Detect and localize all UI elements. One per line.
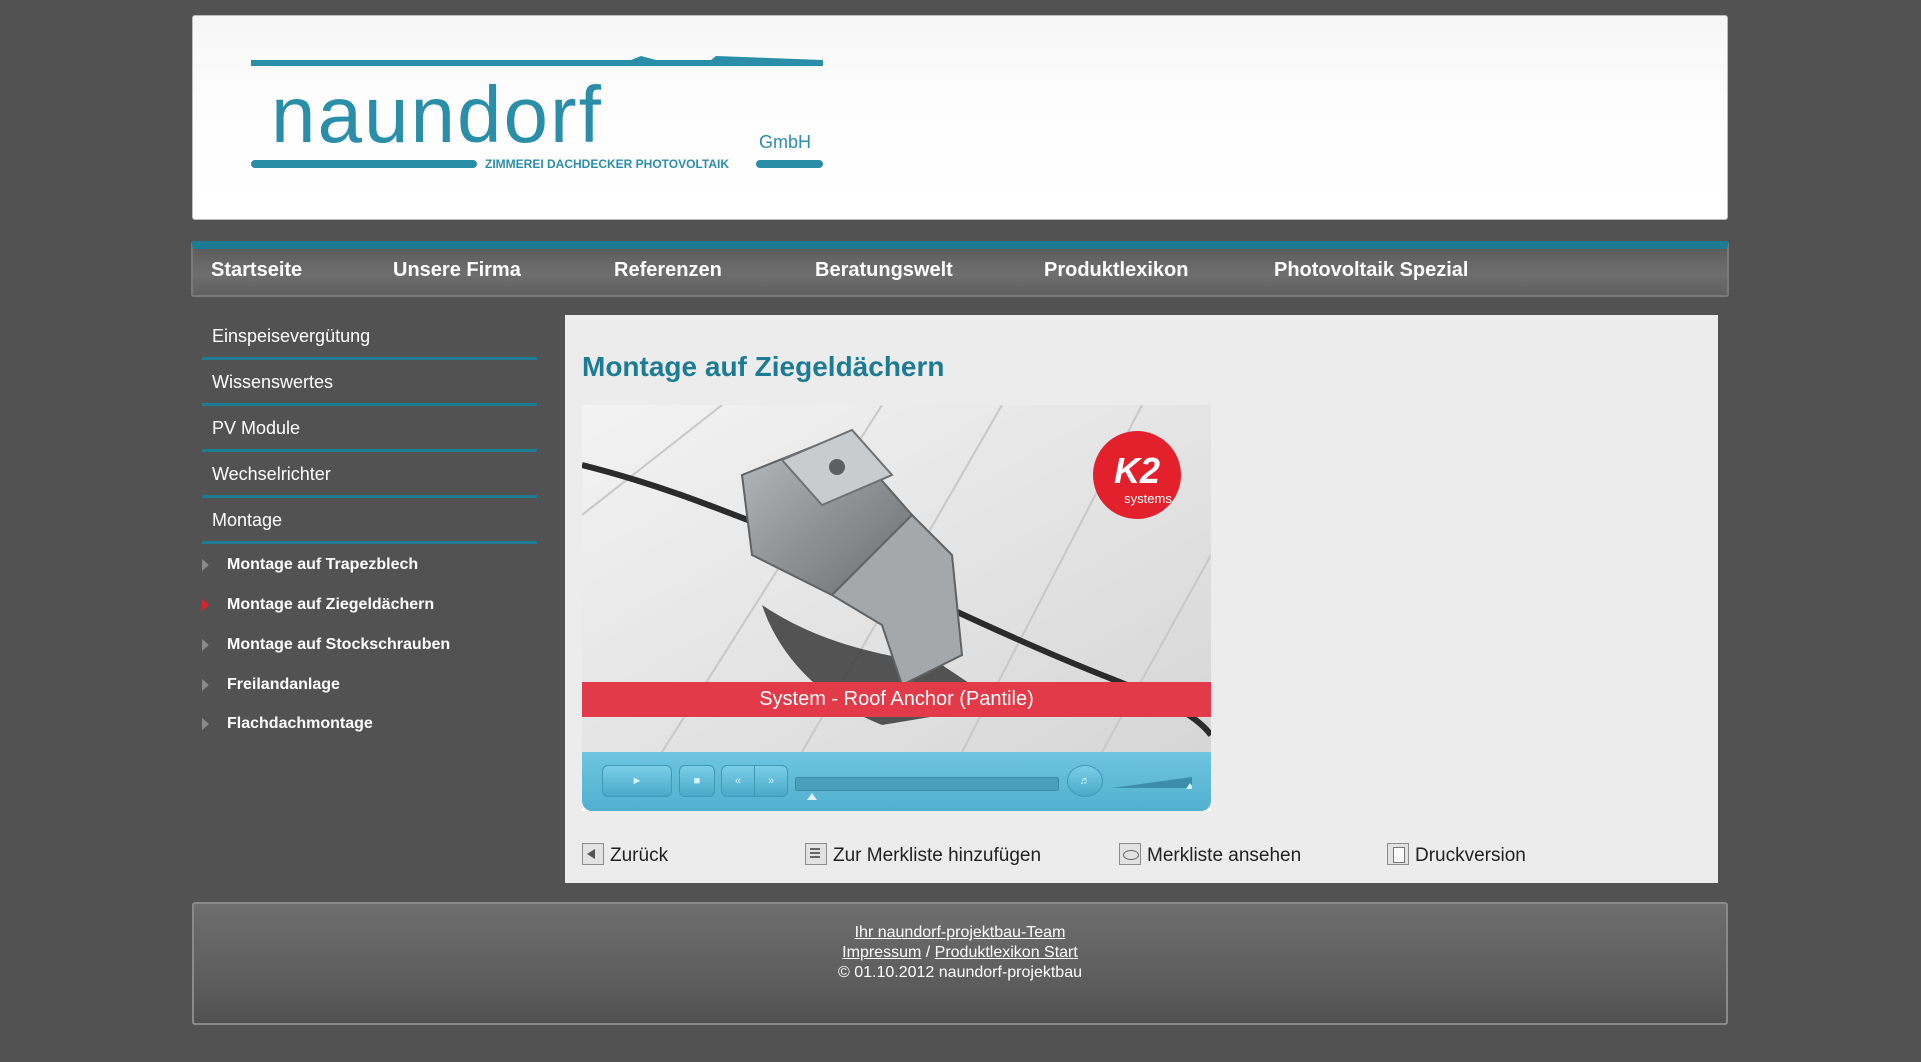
eye-icon xyxy=(1119,843,1141,865)
nav-item-referenzen[interactable]: Referenzen xyxy=(614,259,722,282)
site-header: naundorf GmbH ZIMMEREI DACHDECKER PHOTOV… xyxy=(192,15,1728,220)
seek-handle-icon[interactable] xyxy=(807,793,817,800)
lexikon-start-link[interactable]: Produktlexikon Start xyxy=(935,944,1078,961)
view-list-label: Merkliste ansehen xyxy=(1147,845,1302,866)
sidebar-item-montage[interactable]: Montage xyxy=(202,500,537,544)
sidebar-subitem-label: Montage auf Ziegeldächern xyxy=(227,596,435,613)
video-player[interactable]: K2 systems System - Roof Anchor (Pantile… xyxy=(582,405,1211,811)
nav-item-beratungswelt[interactable]: Beratungswelt xyxy=(815,259,953,282)
logo-tagline: ZIMMEREI DACHDECKER PHOTOVOLTAIK xyxy=(485,157,729,171)
main-content: Montage auf Ziegeldächern K2 systems Sys… xyxy=(565,315,1718,883)
sidebar-item-einspeiseverguetung[interactable]: Einspeisevergütung xyxy=(202,316,537,360)
volume-slider[interactable] xyxy=(1112,775,1192,789)
copyright: © 01.10.2012 naundorf-projektbau xyxy=(838,964,1082,981)
main-navigation: Startseite Unsere Firma Referenzen Berat… xyxy=(191,241,1729,297)
arrow-right-icon xyxy=(202,559,209,571)
arrow-right-icon xyxy=(202,639,209,651)
sidebar-subitem-label: Flachdachmontage xyxy=(227,715,373,732)
view-list-link[interactable]: Merkliste ansehen xyxy=(1119,843,1301,869)
volume-button[interactable]: ♬ xyxy=(1067,765,1103,797)
k2-badge-subtext: systems xyxy=(1124,491,1172,506)
sidebar-subitem-freilandanlage[interactable]: Freilandanlage xyxy=(200,670,540,700)
logo-suffix: GmbH xyxy=(759,132,811,152)
video-controls: ► ■ « » ♬ xyxy=(582,752,1211,811)
seek-bar[interactable] xyxy=(795,777,1059,791)
add-to-list-link[interactable]: Zur Merkliste hinzufügen xyxy=(805,843,1041,869)
add-to-list-label: Zur Merkliste hinzufügen xyxy=(833,845,1042,866)
sidebar-subitem-label: Montage auf Stockschrauben xyxy=(227,636,451,653)
play-icon: ► xyxy=(631,775,643,787)
company-logo[interactable]: naundorf GmbH ZIMMEREI DACHDECKER PHOTOV… xyxy=(251,56,823,186)
fast-forward-button[interactable]: » xyxy=(754,765,788,797)
nav-item-startseite[interactable]: Startseite xyxy=(211,259,302,282)
nav-item-photovoltaik-spezial[interactable]: Photovoltaik Spezial xyxy=(1274,259,1468,282)
play-button[interactable]: ► xyxy=(602,765,672,797)
print-version-label: Druckversion xyxy=(1415,845,1526,866)
sidebar-subitem-stockschrauben[interactable]: Montage auf Stockschrauben xyxy=(200,630,540,660)
sidebar-item-wechselrichter[interactable]: Wechselrichter xyxy=(202,454,537,498)
k2-badge-text: K2 xyxy=(1114,450,1160,491)
nav-item-produktlexikon[interactable]: Produktlexikon xyxy=(1044,259,1188,282)
impressum-link[interactable]: Impressum xyxy=(842,944,921,961)
rewind-icon: « xyxy=(734,775,742,787)
fast-forward-icon: » xyxy=(767,775,775,787)
site-footer: Ihr naundorf-projektbau-Team Impressum /… xyxy=(192,902,1728,1025)
page-title: Montage auf Ziegeldächern xyxy=(582,351,945,382)
sidebar-subitem-ziegeldaechern[interactable]: Montage auf Ziegeldächern xyxy=(200,590,540,620)
sidebar-item-pv-module[interactable]: PV Module xyxy=(202,408,537,452)
sidebar-subitem-label: Montage auf Trapezblech xyxy=(227,556,419,573)
stop-icon: ■ xyxy=(693,775,701,787)
sidebar-subitem-trapezblech[interactable]: Montage auf Trapezblech xyxy=(200,550,540,580)
sidebar-item-wissenswertes[interactable]: Wissenswertes xyxy=(202,362,537,406)
add-to-list-icon xyxy=(805,843,827,865)
print-version-link[interactable]: Druckversion xyxy=(1387,843,1526,869)
back-link[interactable]: Zurück xyxy=(582,843,668,869)
print-icon xyxy=(1387,843,1409,865)
rewind-button[interactable]: « xyxy=(721,765,755,797)
stop-button[interactable]: ■ xyxy=(679,765,715,797)
arrow-right-icon xyxy=(202,718,209,730)
arrow-right-icon xyxy=(202,679,209,691)
team-link[interactable]: Ihr naundorf-projektbau-Team xyxy=(855,924,1066,941)
nav-item-unsere-firma[interactable]: Unsere Firma xyxy=(393,259,521,282)
sidebar-subitem-flachdachmontage[interactable]: Flachdachmontage xyxy=(200,709,540,739)
arrow-right-active-icon xyxy=(202,599,209,611)
video-caption: System - Roof Anchor (Pantile) xyxy=(582,682,1211,717)
back-arrow-icon xyxy=(582,843,604,865)
footer-separator: / xyxy=(921,944,935,961)
logo-name: naundorf xyxy=(271,70,603,159)
speaker-icon: ♬ xyxy=(1079,775,1091,787)
back-link-label: Zurück xyxy=(610,845,669,866)
sidebar-subitem-label: Freilandanlage xyxy=(227,676,340,693)
